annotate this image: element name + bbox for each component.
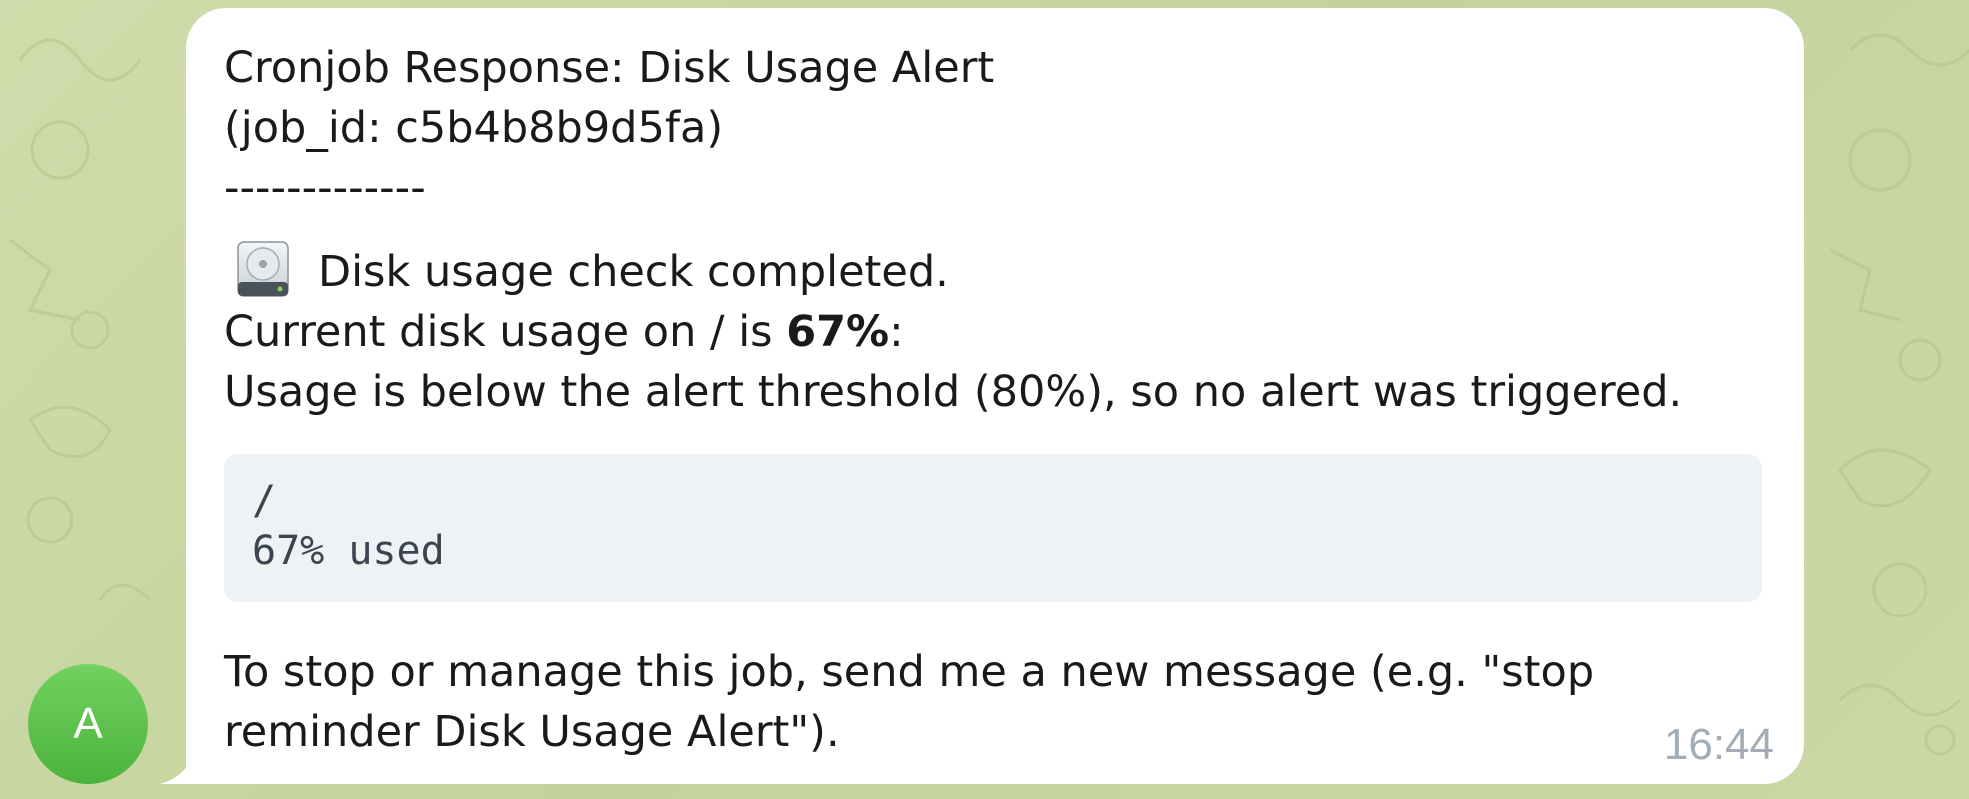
hard-disk-icon: [237, 241, 289, 297]
usage-prefix: Current disk usage on / is: [224, 307, 787, 357]
message-title: Cronjob Response: Disk Usage Alert: [224, 43, 995, 93]
job-id-line: (job_id: c5b4b8b9d5fa): [224, 103, 724, 153]
code-mount: /: [252, 478, 277, 524]
separator-line: -------------: [224, 163, 426, 213]
sender-avatar[interactable]: A: [28, 664, 148, 784]
code-usage: 67% used: [252, 528, 445, 574]
threshold-line: Usage is below the alert threshold (80%)…: [224, 367, 1683, 417]
message-content: Cronjob Response: Disk Usage Alert (job_…: [224, 38, 1764, 762]
avatar-initial: A: [73, 699, 103, 748]
usage-suffix: :: [889, 307, 904, 357]
status-line: Disk usage check completed.: [224, 240, 1764, 302]
message-timestamp: 16:44: [1663, 720, 1774, 769]
status-text: Disk usage check completed.: [318, 247, 949, 297]
usage-line: Current disk usage on / is 67%:: [224, 302, 1764, 362]
usage-value: 67%: [786, 307, 890, 357]
message-bubble[interactable]: Cronjob Response: Disk Usage Alert (job_…: [186, 8, 1804, 784]
footer-text: To stop or manage this job, send me a ne…: [224, 647, 1595, 757]
code-block[interactable]: / 67% used: [224, 454, 1762, 602]
